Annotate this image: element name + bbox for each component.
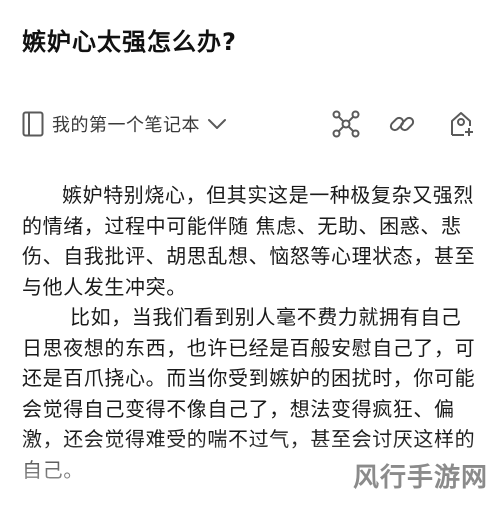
mind-map-icon[interactable] bbox=[332, 110, 360, 138]
notebook-name: 我的第一个笔记本 bbox=[52, 115, 200, 136]
watermark: 风行手游网 bbox=[352, 463, 488, 493]
page-title: 嫉妒心太强怎么办? bbox=[22, 28, 237, 56]
paragraph: 嫉妒特别烧心，但其实这是一种极复杂又强烈的情绪，过程中可能伴随 焦虑、无助、困惑… bbox=[22, 183, 476, 299]
link-icon[interactable] bbox=[388, 110, 416, 138]
note-body[interactable]: 嫉妒特别烧心，但其实这是一种极复杂又强烈的情绪，过程中可能伴随 焦虑、无助、困惑… bbox=[22, 180, 478, 485]
notebook-selector[interactable]: 我的第一个笔记本 bbox=[22, 104, 228, 144]
notebook-icon bbox=[22, 111, 44, 137]
share-person-icon[interactable] bbox=[448, 110, 476, 138]
note-toolbar: 我的第一个笔记本 bbox=[22, 104, 478, 144]
chevron-down-icon bbox=[208, 119, 226, 129]
